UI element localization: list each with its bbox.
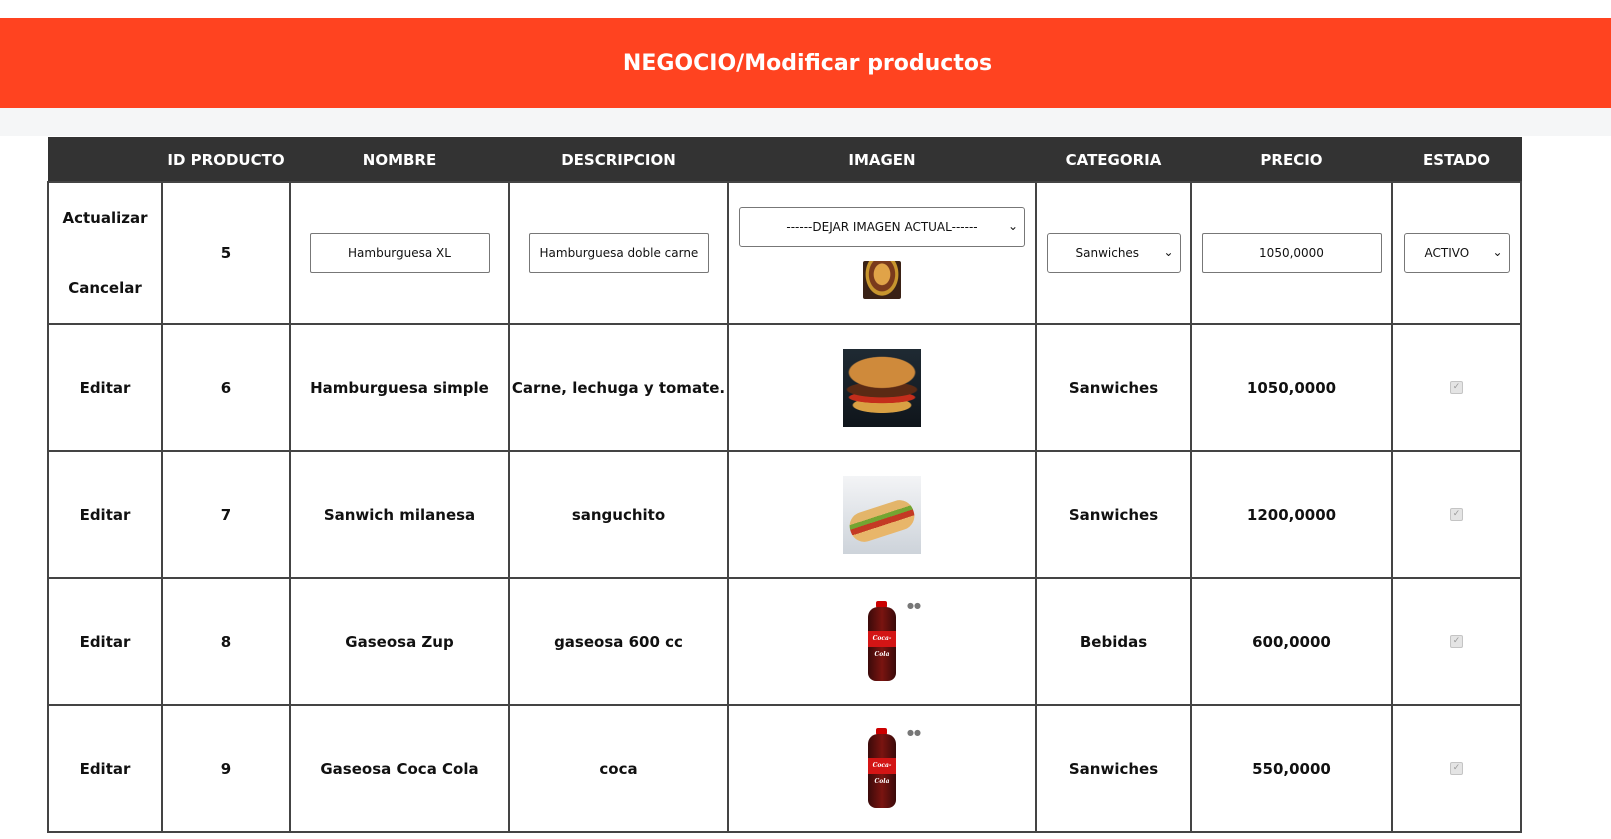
edit-row: Actualizar Cancelar 5 ------DEJAR IMAGEN… <box>47 181 1522 325</box>
products-table: ID PRODUCTO NOMBRE DESCRIPCION IMAGEN CA… <box>47 137 1522 833</box>
imagen-select-value: ------DEJAR IMAGEN ACTUAL------ <box>786 220 978 234</box>
edit-imagen-cell: ------DEJAR IMAGEN ACTUAL------ ⌄ <box>727 181 1037 325</box>
descripcion-cell: coca <box>508 704 729 833</box>
cola-bottle-photo: Coca-Cola ●● <box>843 727 921 810</box>
table-row: Editar 8 Gaseosa Zup gaseosa 600 cc Coca… <box>47 577 1522 706</box>
nombre-cell: Gaseosa Zup <box>289 577 510 706</box>
cancel-link[interactable]: Cancelar <box>49 279 161 297</box>
id-cell: 9 <box>161 704 291 833</box>
table-row: Editar 6 Hamburguesa simple Carne, lechu… <box>47 323 1522 452</box>
burger-photo <box>843 348 921 427</box>
col-header-nombre: NOMBRE <box>289 137 510 183</box>
id-cell: 6 <box>161 323 291 452</box>
cola-bottle-photo: Coca-Cola ●● <box>843 600 921 683</box>
precio-cell: 600,0000 <box>1190 577 1393 706</box>
estado-checkbox: ✓ <box>1450 635 1463 648</box>
categoria-cell: Bebidas <box>1035 577 1192 706</box>
table-row: Editar 7 Sanwich milanesa sanguchito San… <box>47 450 1522 579</box>
categoria-select-value: Sanwiches <box>1075 246 1140 260</box>
edit-descripcion-cell <box>508 181 729 325</box>
estado-select[interactable]: ACTIVO ⌄ <box>1403 233 1510 273</box>
categoria-cell: Sanwiches <box>1035 450 1192 579</box>
imagen-cell: Coca-Cola ●● <box>727 577 1037 706</box>
estado-cell: ✓ <box>1391 577 1522 706</box>
sandwich-photo <box>843 475 921 554</box>
edit-nombre-cell <box>289 181 510 325</box>
col-header-imagen: IMAGEN <box>727 137 1037 183</box>
nombre-cell: Gaseosa Coca Cola <box>289 704 510 833</box>
nombre-cell: Sanwich milanesa <box>289 450 510 579</box>
edit-precio-cell <box>1190 181 1393 325</box>
estado-cell: ✓ <box>1391 323 1522 452</box>
estado-checkbox: ✓ <box>1450 381 1463 394</box>
precio-cell: 1050,0000 <box>1190 323 1393 452</box>
sub-bar <box>0 108 1611 136</box>
table-row: Editar 9 Gaseosa Coca Cola coca Coca-Col… <box>47 704 1522 833</box>
edit-id-cell: 5 <box>161 181 291 325</box>
estado-select-value: ACTIVO <box>1424 246 1470 260</box>
id-cell: 8 <box>161 577 291 706</box>
update-link[interactable]: Actualizar <box>49 209 161 227</box>
precio-cell: 550,0000 <box>1190 704 1393 833</box>
edit-link[interactable]: Editar <box>47 323 163 452</box>
descripcion-cell: gaseosa 600 cc <box>508 577 729 706</box>
descripcion-input[interactable] <box>528 233 709 273</box>
nombre-input[interactable] <box>309 233 490 273</box>
col-header-descripcion: DESCRIPCION <box>508 137 729 183</box>
imagen-cell: Coca-Cola ●● <box>727 704 1037 833</box>
col-header-estado: ESTADO <box>1391 137 1522 183</box>
estado-checkbox: ✓ <box>1450 508 1463 521</box>
nombre-cell: Hamburguesa simple <box>289 323 510 452</box>
imagen-cell <box>727 323 1037 452</box>
col-header-action <box>47 137 163 183</box>
chevron-down-icon: ⌄ <box>1492 245 1503 259</box>
page-header: NEGOCIO/Modificar productos <box>0 18 1611 108</box>
col-header-categoria: CATEGORIA <box>1035 137 1192 183</box>
estado-cell: ✓ <box>1391 450 1522 579</box>
col-header-id: ID PRODUCTO <box>161 137 291 183</box>
descripcion-cell: sanguchito <box>508 450 729 579</box>
col-header-precio: PRECIO <box>1190 137 1393 183</box>
chevron-down-icon: ⌄ <box>1163 245 1174 259</box>
edit-link[interactable]: Editar <box>47 450 163 579</box>
precio-cell: 1200,0000 <box>1190 450 1393 579</box>
edit-actions-cell: Actualizar Cancelar <box>47 181 163 325</box>
imagen-cell <box>727 450 1037 579</box>
estado-checkbox: ✓ <box>1450 762 1463 775</box>
precio-input[interactable] <box>1201 233 1382 273</box>
current-image-thumbnail <box>863 261 901 299</box>
products-table-wrap: ID PRODUCTO NOMBRE DESCRIPCION IMAGEN CA… <box>47 137 1522 833</box>
categoria-cell: Sanwiches <box>1035 704 1192 833</box>
id-cell: 7 <box>161 450 291 579</box>
edit-categoria-cell: Sanwiches ⌄ <box>1035 181 1192 325</box>
top-strip <box>0 0 1611 18</box>
imagen-select[interactable]: ------DEJAR IMAGEN ACTUAL------ ⌄ <box>739 207 1025 247</box>
edit-link[interactable]: Editar <box>47 577 163 706</box>
categoria-cell: Sanwiches <box>1035 323 1192 452</box>
chevron-down-icon: ⌄ <box>1007 219 1018 233</box>
page-title: NEGOCIO/Modificar productos <box>622 50 993 76</box>
estado-cell: ✓ <box>1391 704 1522 833</box>
edit-estado-cell: ACTIVO ⌄ <box>1391 181 1522 325</box>
edit-link[interactable]: Editar <box>47 704 163 833</box>
descripcion-cell: Carne, lechuga y tomate. <box>508 323 729 452</box>
categoria-select[interactable]: Sanwiches ⌄ <box>1046 233 1181 273</box>
table-header-row: ID PRODUCTO NOMBRE DESCRIPCION IMAGEN CA… <box>47 137 1522 183</box>
